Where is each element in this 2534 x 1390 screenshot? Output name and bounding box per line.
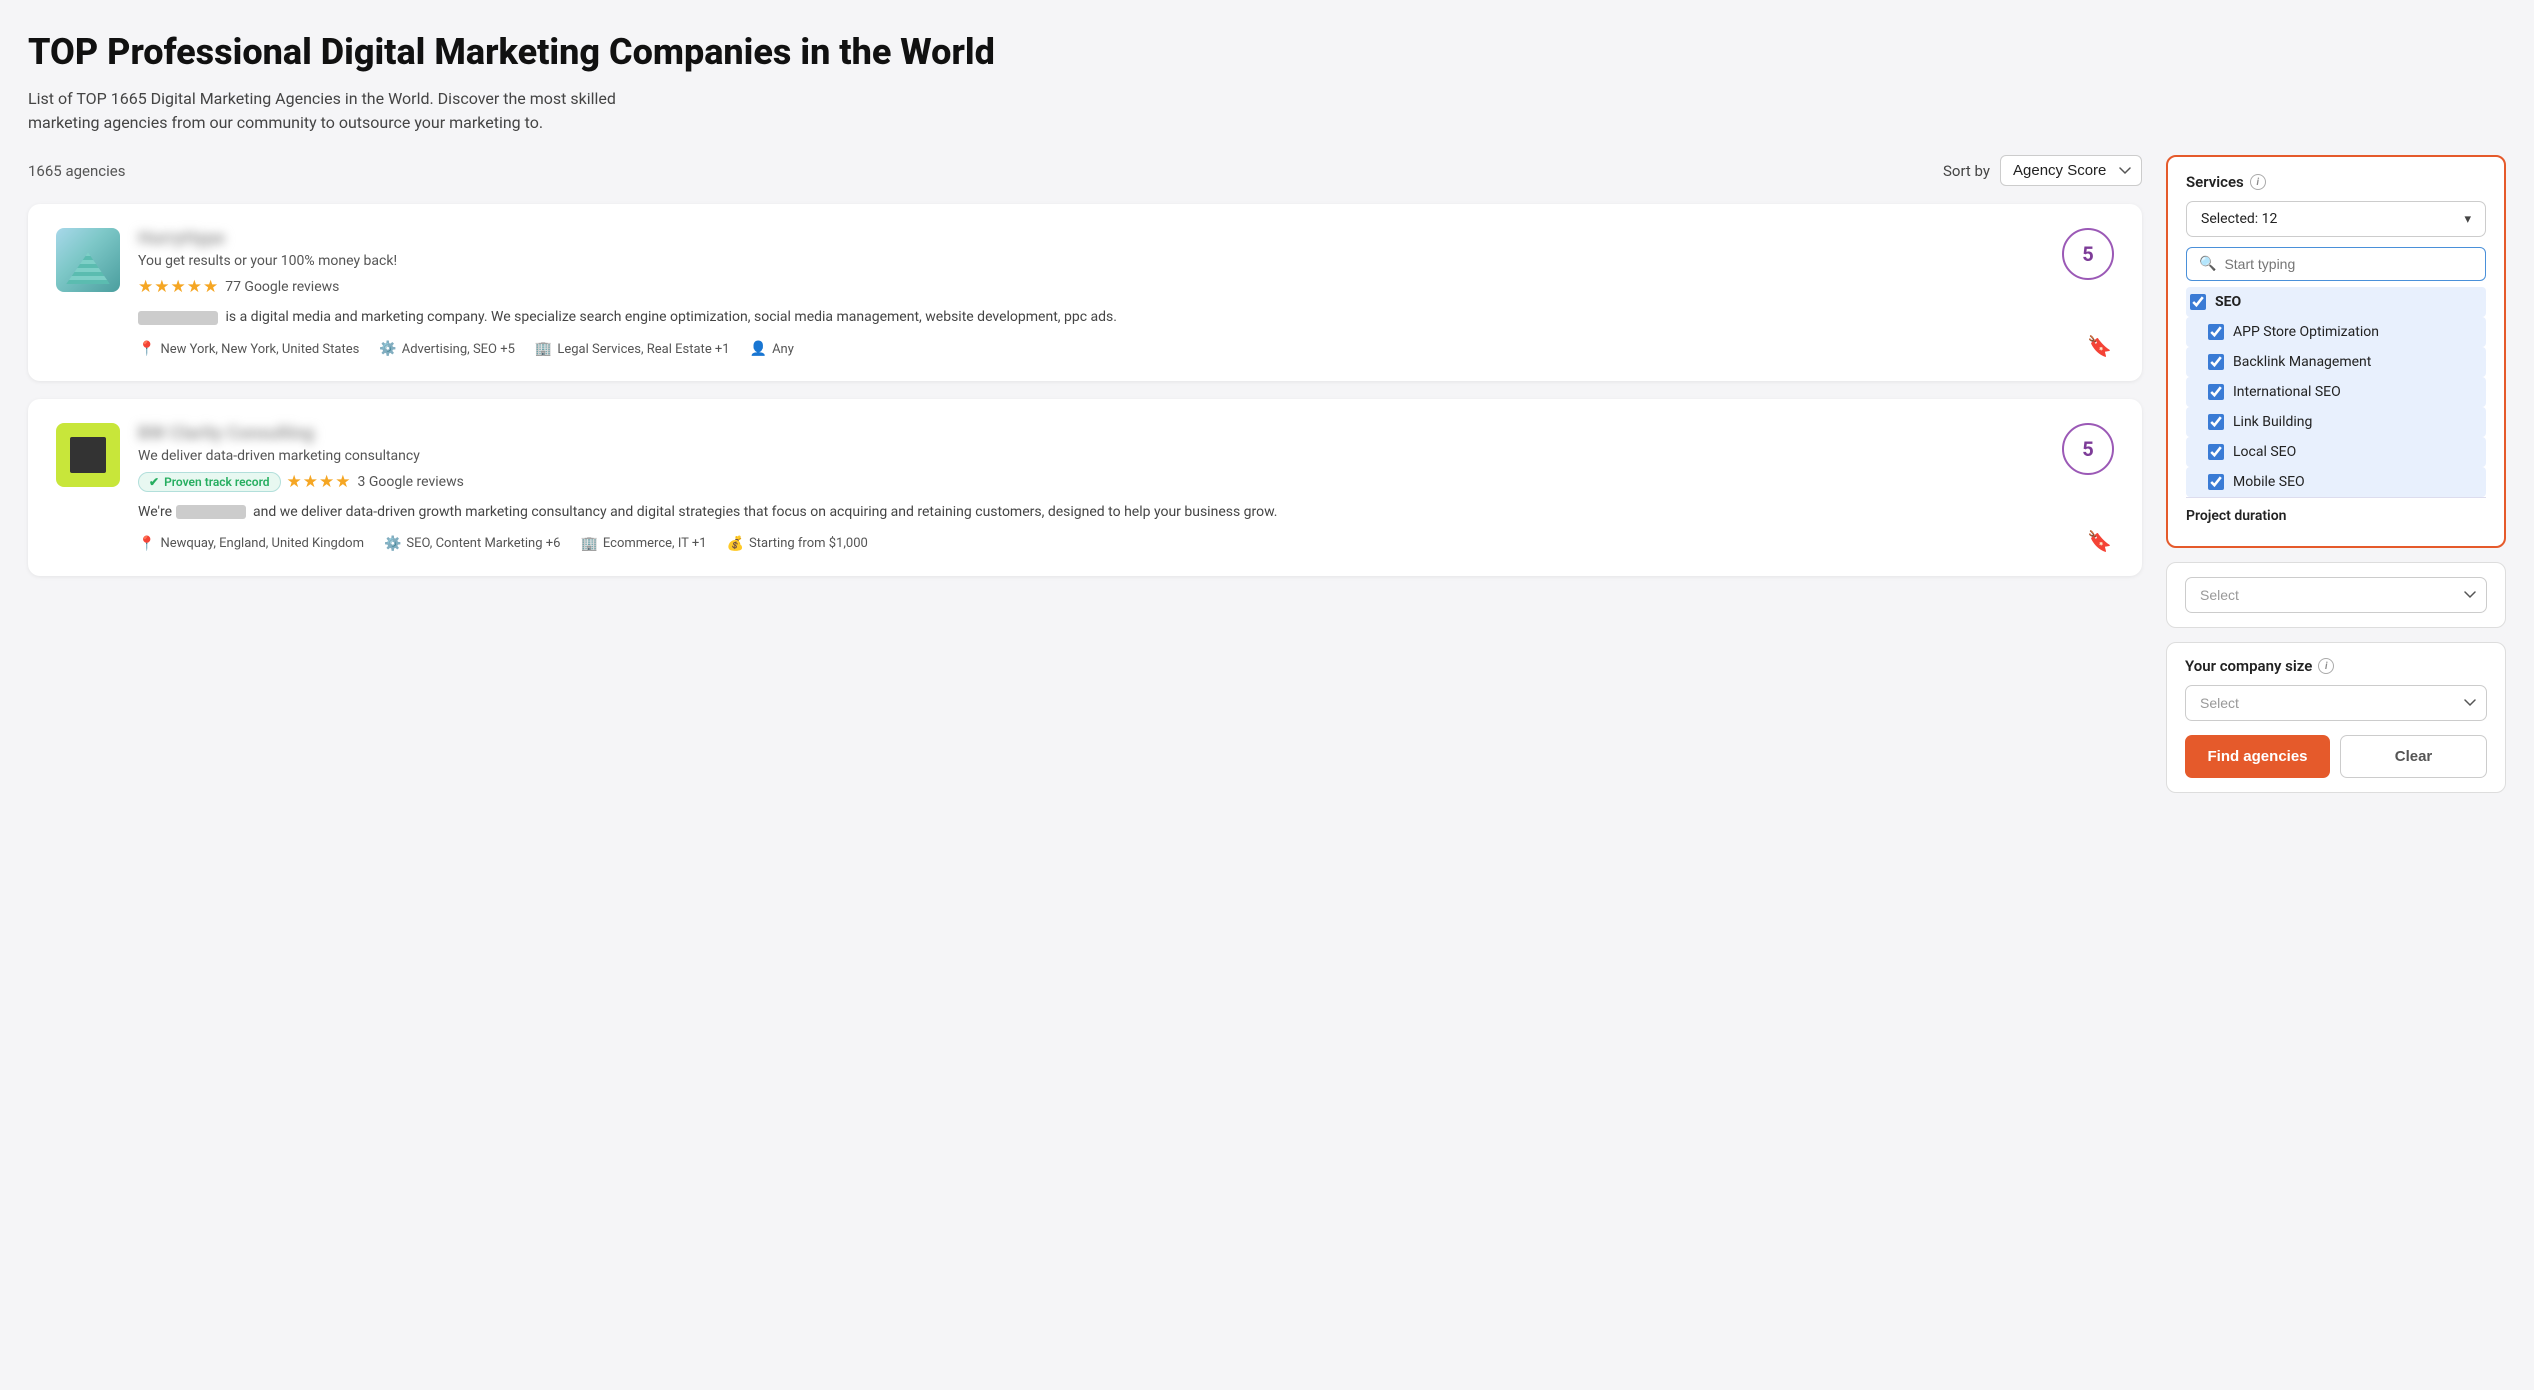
services-checkbox-list: SEO APP Store Optimization Backlink Mana… [2186, 287, 2486, 497]
checkbox-international-seo[interactable]: International SEO [2186, 377, 2486, 407]
budget-meta-2: 💰 Starting from $1,000 [727, 536, 868, 552]
checkbox-mobile-seo-input[interactable] [2208, 474, 2224, 490]
checkbox-app-store-label: APP Store Optimization [2233, 324, 2379, 340]
checkbox-backlink-input[interactable] [2208, 354, 2224, 370]
filter-box-services: Services i Selected: 12 ▾ 🔍 SEO [2166, 155, 2506, 548]
services-meta-2: ⚙️ SEO, Content Marketing +6 [384, 536, 560, 552]
services-label: Services i [2186, 173, 2486, 191]
stars-icon-2: ★★★★ [287, 472, 352, 492]
checkbox-mobile-seo-label: Mobile SEO [2233, 474, 2305, 490]
checkbox-link-building-input[interactable] [2208, 414, 2224, 430]
industries-meta-2: 🏢 Ecommerce, IT +1 [580, 536, 706, 552]
project-duration-label: Project duration [2186, 508, 2486, 524]
main-layout: 1665 agencies Sort by Agency Score Revie… [28, 155, 2506, 807]
location-icon-2: 📍 [138, 536, 155, 552]
services-meta-1: ⚙️ Advertising, SEO +5 [379, 341, 515, 357]
agency-logo-1 [56, 228, 120, 292]
checkbox-backlink[interactable]: Backlink Management [2186, 347, 2486, 377]
sidebar: Services i Selected: 12 ▾ 🔍 SEO [2166, 155, 2506, 807]
proven-badge: ✔ Proven track record [138, 472, 281, 492]
checkbox-local-seo-label: Local SEO [2233, 444, 2296, 460]
stars-row-2: ✔ Proven track record ★★★★ 3 Google revi… [138, 472, 2114, 492]
checkbox-seo[interactable]: SEO [2186, 287, 2486, 317]
services-search-box: 🔍 [2186, 247, 2486, 281]
score-badge-2: 5 [2062, 423, 2114, 475]
stars-row-1: ★★★★★ 77 Google reviews [138, 277, 2114, 297]
checkbox-seo-input[interactable] [2190, 294, 2206, 310]
services-icon-1: ⚙️ [379, 341, 396, 357]
services-filter-section: Services i Selected: 12 ▾ 🔍 SEO [2168, 157, 2504, 546]
location-2: 📍 Newquay, England, United Kingdom [138, 536, 364, 552]
clear-button[interactable]: Clear [2340, 735, 2487, 778]
card-body-2: BW Clarity Consulting We deliver data-dr… [138, 423, 2114, 552]
card-meta-2: 📍 Newquay, England, United Kingdom ⚙️ SE… [138, 536, 2114, 552]
budget-meta-1: 👤 Any [750, 341, 794, 357]
checkbox-app-store-input[interactable] [2208, 324, 2224, 340]
page-title: TOP Professional Digital Marketing Compa… [28, 32, 1088, 73]
agency-tagline-2: We deliver data-driven marketing consult… [138, 448, 2114, 464]
industries-icon-2: 🏢 [580, 536, 597, 552]
agency-count: 1665 agencies [28, 162, 125, 180]
agency-card-1: HurryHype You get results or your 100% m… [28, 204, 2142, 381]
checkbox-mobile-seo[interactable]: Mobile SEO [2186, 467, 2486, 497]
chevron-down-icon: ▾ [2464, 212, 2471, 227]
action-buttons-row: Find agencies Clear [2185, 735, 2487, 778]
sort-by-wrap: Sort by Agency Score Reviews Newest [1943, 155, 2142, 186]
checkbox-link-building-label: Link Building [2233, 414, 2312, 430]
checkbox-link-building[interactable]: Link Building [2186, 407, 2486, 437]
find-agencies-button[interactable]: Find agencies [2185, 735, 2330, 778]
bookmark-button-1[interactable]: 🔖 [2087, 334, 2112, 359]
checkbox-local-seo[interactable]: Local SEO [2186, 437, 2486, 467]
budget-icon-2: 💰 [727, 536, 744, 552]
page-subtitle: List of TOP 1665 Digital Marketing Agenc… [28, 87, 668, 135]
checkbox-international-seo-label: International SEO [2233, 384, 2341, 400]
stars-icon-1: ★★★★★ [138, 277, 219, 297]
page-header: TOP Professional Digital Marketing Compa… [28, 32, 1088, 135]
services-icon-2: ⚙️ [384, 536, 401, 552]
search-icon: 🔍 [2199, 256, 2216, 272]
project-duration-header: Project duration [2186, 497, 2486, 524]
services-info-icon[interactable]: i [2250, 174, 2266, 190]
agency-desc-1: is a digital media and marketing company… [138, 307, 2114, 329]
agency-desc-2: We're and we deliver data-driven growth … [138, 502, 2114, 524]
company-size-label: Your company size i [2185, 657, 2487, 675]
project-duration-select[interactable]: Select [2185, 577, 2487, 613]
agency-name-2: BW Clarity Consulting [138, 423, 2114, 444]
industries-icon-1: 🏢 [535, 341, 552, 357]
reviews-2: 3 Google reviews [358, 474, 464, 490]
card-body-1: HurryHype You get results or your 100% m… [138, 228, 2114, 357]
proven-icon: ✔ [149, 475, 159, 489]
checkbox-backlink-label: Backlink Management [2233, 354, 2371, 370]
card-meta-1: 📍 New York, New York, United States ⚙️ A… [138, 341, 2114, 357]
company-size-section: Your company size i Select Find agencies… [2166, 642, 2506, 793]
company-size-info-icon[interactable]: i [2318, 658, 2334, 674]
reviews-1: 77 Google reviews [225, 279, 339, 295]
company-size-select[interactable]: Select [2185, 685, 2487, 721]
location-icon-1: 📍 [138, 341, 155, 357]
services-dropdown[interactable]: Selected: 12 ▾ [2186, 201, 2486, 237]
checkbox-local-seo-input[interactable] [2208, 444, 2224, 460]
card-inner-1: HurryHype You get results or your 100% m… [56, 228, 2114, 357]
bookmark-button-2[interactable]: 🔖 [2087, 529, 2112, 554]
checkbox-app-store[interactable]: APP Store Optimization [2186, 317, 2486, 347]
industries-meta-1: 🏢 Legal Services, Real Estate +1 [535, 341, 730, 357]
score-badge-1: 5 [2062, 228, 2114, 280]
checkbox-seo-label: SEO [2215, 294, 2241, 310]
agency-name-1: HurryHype [138, 228, 2114, 249]
agency-tagline-1: You get results or your 100% money back! [138, 253, 2114, 269]
sort-by-label: Sort by [1943, 162, 1990, 180]
agency-card-2: BW Clarity Consulting We deliver data-dr… [28, 399, 2142, 576]
agency-logo-2 [56, 423, 120, 487]
content-area: 1665 agencies Sort by Agency Score Revie… [28, 155, 2142, 593]
sort-select[interactable]: Agency Score Reviews Newest [2000, 155, 2142, 186]
card-inner-2: BW Clarity Consulting We deliver data-dr… [56, 423, 2114, 552]
sort-row: 1665 agencies Sort by Agency Score Revie… [28, 155, 2142, 186]
checkbox-international-seo-input[interactable] [2208, 384, 2224, 400]
budget-icon-1: 👤 [750, 341, 767, 357]
services-search-input[interactable] [2224, 256, 2473, 272]
project-duration-section: Select [2166, 562, 2506, 628]
location-1: 📍 New York, New York, United States [138, 341, 359, 357]
